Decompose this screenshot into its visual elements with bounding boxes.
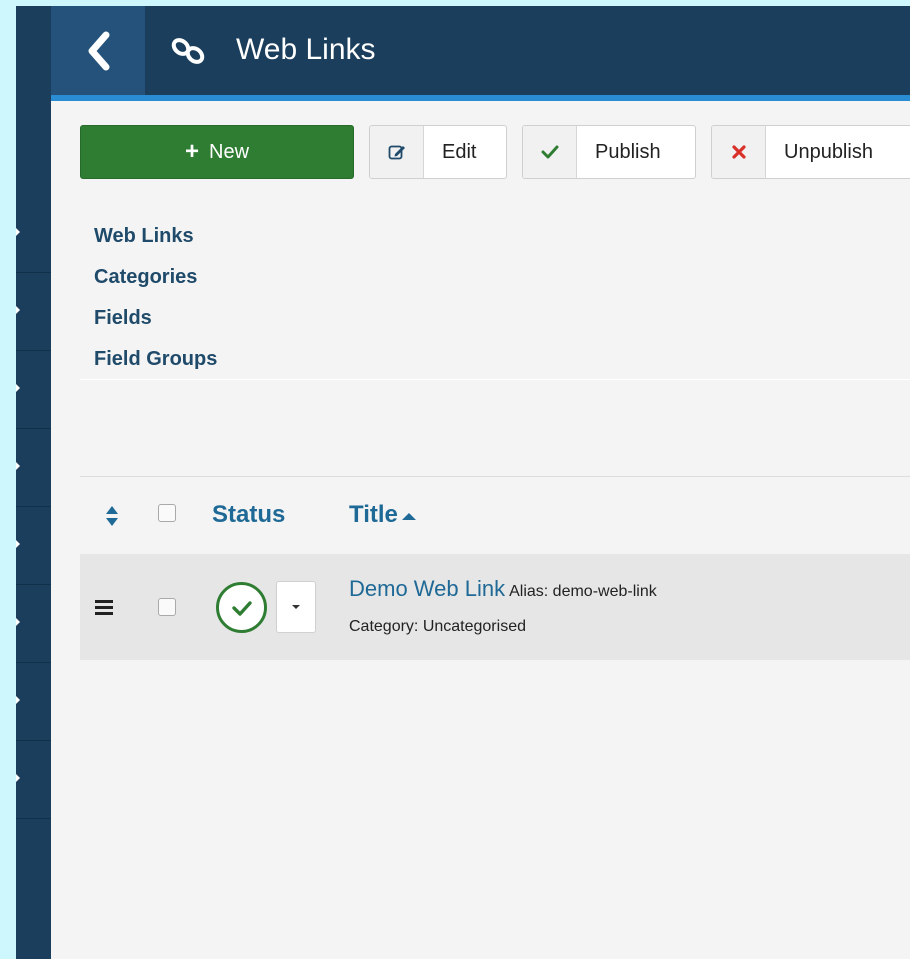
column-header-title-label: Title [349,501,398,528]
submenu-item-fields[interactable]: Fields [94,298,217,339]
row-title-line: Demo Web Link Alias: demo-web-link [349,576,657,602]
caret-right-icon [16,228,20,236]
submenu: Web Links Categories Fields Field Groups [94,216,217,380]
caret-right-icon [16,306,20,314]
unpublish-icon-box [712,126,766,178]
link-icon [171,38,205,64]
caret-down-icon [292,605,300,609]
publish-button-label: Publish [595,140,661,163]
sort-icon[interactable] [105,504,119,528]
caret-right-icon [16,696,20,704]
close-icon [731,145,746,159]
drag-handle-icon[interactable] [95,600,113,616]
sidebar-item[interactable] [16,273,51,351]
column-header-status[interactable]: Status [212,500,285,530]
new-button-label: New [209,140,250,163]
submenu-item-field-groups[interactable]: Field Groups [94,339,217,380]
publish-icon-box [523,126,577,178]
caret-right-icon [16,462,20,470]
caret-right-icon [16,774,20,782]
chevron-left-icon [88,31,110,70]
sidebar-item[interactable] [16,585,51,663]
edit-button-label: Edit [442,140,477,163]
app-frame: Web Links + New Edit Publish Unpublish W… [16,6,910,959]
sidebar-item[interactable] [16,663,51,741]
select-all-checkbox[interactable] [158,504,176,522]
page-title: Web Links [236,33,376,66]
row-title-link[interactable]: Demo Web Link [349,576,505,601]
sidebar-item[interactable] [16,741,51,819]
unpublish-button-label: Unpublish [784,140,873,163]
status-dropdown-button[interactable] [276,581,316,633]
check-icon [541,145,558,159]
sort-asc-icon [401,512,416,520]
edit-icon-box [370,126,424,178]
new-button[interactable]: + New [80,125,354,179]
edit-button[interactable]: Edit [369,125,507,179]
row-checkbox[interactable] [158,598,176,616]
filter-panel [80,379,910,477]
submenu-item-web-links[interactable]: Web Links [94,216,217,257]
header-accent-bar [51,95,910,101]
column-header-title[interactable]: Title [349,500,416,530]
sidebar-item[interactable] [16,429,51,507]
sidebar-item[interactable] [16,195,51,273]
row-alias: Alias: demo-web-link [509,583,657,600]
sidebar-item[interactable] [16,351,51,429]
submenu-item-categories[interactable]: Categories [94,257,217,298]
sidebar [16,6,51,959]
edit-icon [388,145,405,160]
caret-right-icon [16,384,20,392]
back-button[interactable] [51,6,145,95]
caret-right-icon [16,540,20,548]
unpublish-button[interactable]: Unpublish [711,125,910,179]
table-row: Demo Web Link Alias: demo-web-link Catego… [80,554,910,660]
caret-right-icon [16,618,20,626]
status-toggle-button[interactable] [216,582,267,633]
publish-button[interactable]: Publish [522,125,696,179]
header-bar: Web Links [51,6,910,95]
sidebar-item[interactable] [16,507,51,585]
plus-icon: + [184,138,199,165]
check-icon [231,600,252,616]
divider [80,476,910,477]
row-category: Category: Uncategorised [349,618,526,635]
